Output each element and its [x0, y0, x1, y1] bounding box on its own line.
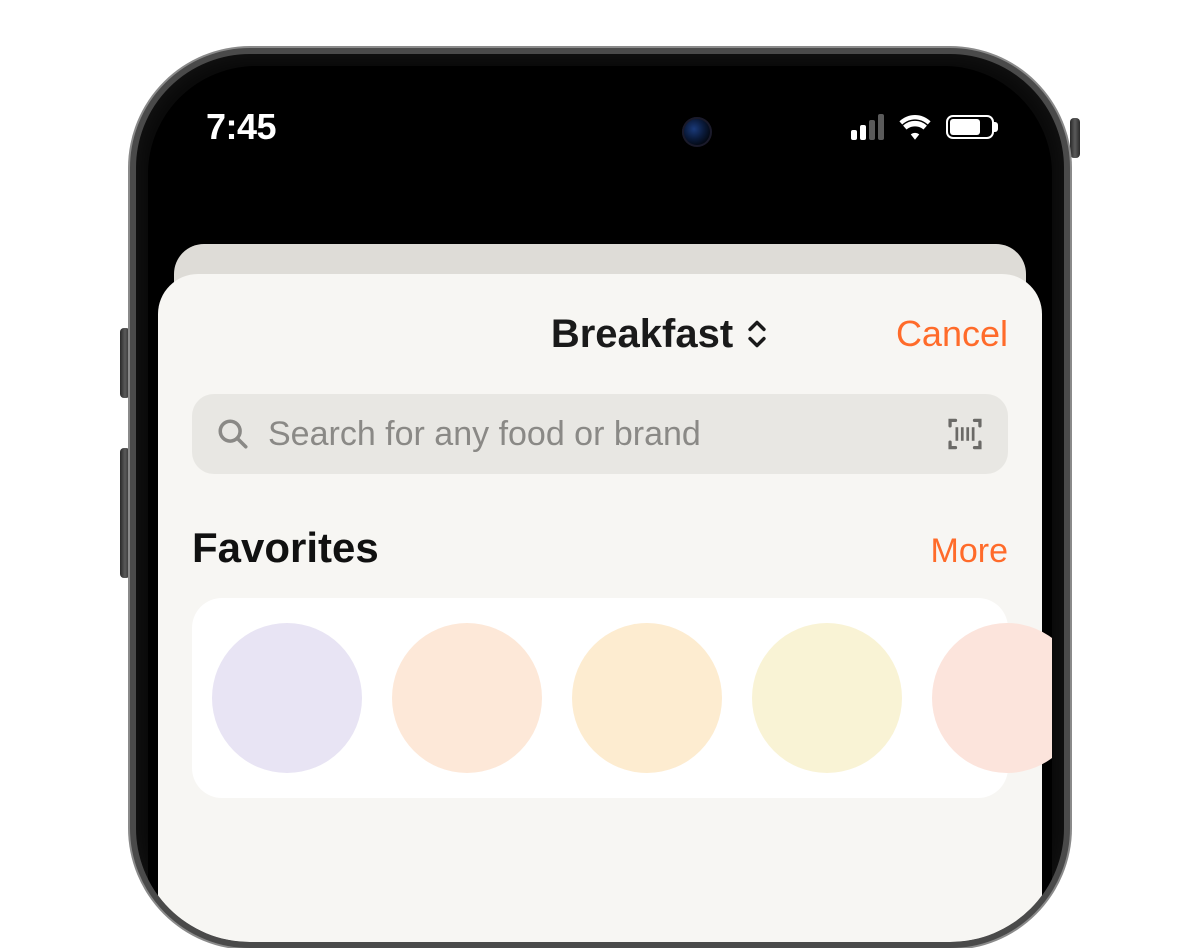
favorites-more-button[interactable]: More: [931, 532, 1008, 571]
dynamic-island: [460, 94, 740, 169]
barcode-scan-icon[interactable]: [946, 415, 984, 453]
phone-frame: 7:45 Breakfast: [130, 48, 1070, 948]
wifi-icon: [898, 114, 932, 140]
favorites-heading: Favorites: [192, 524, 379, 572]
favorites-row: [192, 598, 1008, 798]
cellular-signal-icon: [851, 114, 884, 140]
front-camera-icon: [682, 117, 712, 147]
side-button: [1070, 118, 1080, 158]
search-icon: [216, 417, 250, 451]
favorite-item[interactable]: [212, 623, 362, 773]
search-field[interactable]: [192, 394, 1008, 474]
meal-selector-label: Breakfast: [551, 312, 733, 357]
search-input[interactable]: [268, 415, 928, 454]
volume-down-button: [120, 448, 130, 578]
favorite-item[interactable]: [572, 623, 722, 773]
food-log-sheet: Breakfast Cancel: [158, 274, 1042, 942]
favorite-item[interactable]: [752, 623, 902, 773]
meal-selector[interactable]: Breakfast: [551, 312, 769, 357]
chevron-up-down-icon: [745, 319, 769, 349]
status-time: 7:45: [206, 106, 276, 148]
cancel-button[interactable]: Cancel: [896, 313, 1008, 355]
battery-icon: [946, 115, 994, 139]
favorite-item[interactable]: [392, 623, 542, 773]
favorite-item[interactable]: [932, 623, 1052, 773]
volume-up-button: [120, 328, 130, 398]
